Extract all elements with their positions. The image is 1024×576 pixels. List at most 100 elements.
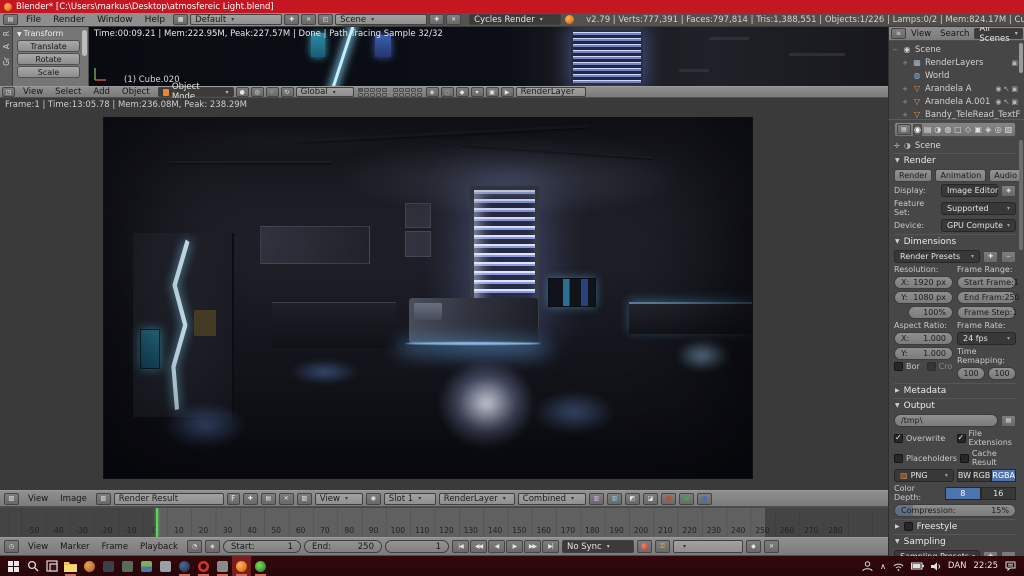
render-engine-select[interactable]: Cycles Render▾ bbox=[469, 14, 561, 25]
color-mode-bw[interactable]: BW bbox=[957, 469, 972, 482]
layers-grid-1[interactable] bbox=[358, 88, 387, 97]
tab-modifiers[interactable]: ▣ bbox=[974, 124, 983, 136]
viewport-shading-icon[interactable]: ● bbox=[236, 87, 249, 97]
channel-alpha-icon[interactable]: ◩ bbox=[625, 493, 640, 505]
pin-breadcrumb-icon[interactable]: ✛ bbox=[894, 142, 900, 150]
viewport-menu-item[interactable]: Add bbox=[87, 87, 115, 97]
resolution-percentage-field[interactable]: 100% bbox=[908, 306, 953, 319]
resolution-x-field[interactable]: X:1920 px bbox=[894, 276, 953, 289]
tab-scene[interactable]: ◑ bbox=[933, 124, 942, 136]
insert-keyframe-button[interactable]: ◆ bbox=[746, 540, 761, 553]
editor-type-properties-icon[interactable]: ▤ bbox=[897, 124, 911, 135]
image-browse-icon[interactable]: ▨ bbox=[96, 493, 111, 505]
playback-button[interactable]: ◀ bbox=[488, 540, 505, 553]
menu-item[interactable]: Window bbox=[91, 15, 139, 25]
view-thumb-icon[interactable]: ▨ bbox=[297, 493, 312, 505]
pin-icon[interactable]: ◉ bbox=[366, 493, 381, 505]
panel-header-freestyle[interactable]: ▶Freestyle bbox=[894, 519, 1016, 533]
search-icon[interactable] bbox=[23, 556, 42, 576]
color-depth-16[interactable]: 16 bbox=[981, 487, 1017, 500]
animation-button[interactable]: Animation bbox=[935, 169, 986, 182]
selectability-icon[interactable]: ↖ bbox=[1004, 98, 1010, 106]
menu-item[interactable]: Help bbox=[139, 15, 172, 25]
manipulator-rotate-icon[interactable]: ↻ bbox=[281, 87, 294, 97]
scene-add-button[interactable]: ✚ bbox=[429, 14, 444, 25]
app-folder2-icon[interactable] bbox=[213, 556, 232, 576]
scene-field[interactable]: Scene▾ bbox=[335, 14, 427, 25]
outliner-row-bandy[interactable]: +▽Bandy_TeleRead_TextF ◉↖▣ bbox=[891, 108, 1022, 119]
border-checkbox[interactable] bbox=[894, 362, 903, 371]
tab-material[interactable]: ◎ bbox=[994, 124, 1003, 136]
tab-object[interactable]: □ bbox=[953, 124, 962, 136]
start-button[interactable] bbox=[4, 556, 23, 576]
toolshelf-tab[interactable]: Gr bbox=[2, 57, 11, 66]
editor-type-timeline-icon[interactable]: ◷ bbox=[4, 540, 19, 553]
toolshelf-tab[interactable]: R bbox=[2, 31, 11, 36]
channel-blue-icon[interactable] bbox=[697, 493, 712, 505]
razer-icon[interactable] bbox=[251, 556, 270, 576]
fake-user-button[interactable]: F bbox=[227, 493, 240, 505]
outliner-row-arandela-a001[interactable]: +▽Arandela A.001 ◉↖▣ bbox=[891, 95, 1022, 108]
display-select[interactable]: Image Editor▾ bbox=[941, 184, 998, 197]
channel-color-alpha-icon[interactable]: ▥ bbox=[589, 493, 604, 505]
device-select[interactable]: GPU Compute▾ bbox=[941, 219, 1016, 232]
toolshelf-tabs[interactable]: R A Gr bbox=[0, 27, 13, 86]
visibility-eye-icon[interactable]: ◉ bbox=[995, 98, 1001, 106]
screen-layout-icon[interactable]: ▦ bbox=[173, 14, 188, 25]
transform-panel-header[interactable]: ▼ Transform bbox=[17, 29, 80, 38]
playback-button[interactable]: |◀ bbox=[452, 540, 469, 553]
opengl-render-icon[interactable]: ▣ bbox=[486, 87, 499, 97]
preview-range-icon[interactable]: ◔ bbox=[187, 540, 202, 553]
people-icon[interactable] bbox=[862, 561, 873, 571]
renderlayer-field[interactable]: RenderLayer bbox=[516, 87, 586, 97]
viewport-menu-item[interactable]: Object bbox=[116, 87, 156, 97]
toolshelf-tab[interactable]: A bbox=[2, 44, 11, 49]
output-folder-button[interactable]: ▤ bbox=[1001, 415, 1016, 427]
outliner-filter-select[interactable]: All Scenes▾ bbox=[974, 28, 1022, 39]
outliner-row-arandela-a[interactable]: +▽Arandela A ◉↖▣ bbox=[891, 82, 1022, 95]
file-format-select[interactable]: ▨PNG▾ bbox=[894, 469, 954, 482]
blender-taskbar-icon[interactable] bbox=[232, 556, 251, 576]
placeholders-checkbox[interactable] bbox=[894, 454, 903, 463]
compression-slider[interactable]: Compression:15% bbox=[894, 504, 1016, 517]
menu-item[interactable]: Render bbox=[47, 15, 91, 25]
steam-icon[interactable] bbox=[175, 556, 194, 576]
panel-header-dimensions[interactable]: ▼Dimensions bbox=[894, 234, 1016, 248]
snap-magnet-icon[interactable]: ◆ bbox=[456, 87, 469, 97]
layers-grid-2[interactable] bbox=[393, 88, 422, 97]
lock-time-icon[interactable]: ◈ bbox=[205, 540, 220, 553]
frame-step-field[interactable]: Frame Step:1 bbox=[957, 306, 1016, 319]
opengl-anim-icon[interactable]: ▶ bbox=[501, 87, 514, 97]
color-mode-rgb[interactable]: RGB bbox=[972, 469, 991, 482]
cache-result-checkbox[interactable] bbox=[960, 454, 969, 463]
scene-close-button[interactable]: ✕ bbox=[446, 14, 461, 25]
layout-add-button[interactable]: ✚ bbox=[284, 14, 299, 25]
outliner-row-world[interactable]: ◍World bbox=[891, 69, 1022, 82]
titlebar[interactable]: Blender* [C:\Users\markus\Desktop\atmosf… bbox=[0, 0, 1024, 13]
selectability-icon[interactable]: ↖ bbox=[1004, 85, 1010, 93]
outliner-row-renderlayers[interactable]: +▦RenderLayers ▣ bbox=[891, 56, 1022, 69]
output-path-field[interactable]: /tmp\ bbox=[894, 414, 998, 427]
outliner-menu-search[interactable]: Search bbox=[936, 29, 973, 39]
tab-render[interactable]: ◉ bbox=[913, 124, 922, 136]
tray-clock[interactable]: 22:25 bbox=[974, 561, 999, 571]
color-depth-8[interactable]: 8 bbox=[945, 487, 981, 500]
remap-new-field[interactable]: 100 bbox=[988, 367, 1016, 380]
opera-icon[interactable] bbox=[194, 556, 213, 576]
image-datablock-field[interactable]: Render Result bbox=[114, 493, 224, 505]
start-frame-field[interactable]: Start:1 bbox=[223, 540, 301, 553]
outliner-menu-view[interactable]: View bbox=[907, 29, 935, 39]
audio-button[interactable]: Audio bbox=[989, 169, 1022, 182]
app-tool-icon[interactable] bbox=[118, 556, 137, 576]
image-menu-item[interactable]: View bbox=[22, 494, 54, 504]
timeline-menu-item[interactable]: Playback bbox=[134, 542, 184, 552]
playback-button[interactable]: ◀◀ bbox=[470, 540, 487, 553]
end-frame-field[interactable]: End:250 bbox=[304, 540, 382, 553]
end-frame-prop-field[interactable]: End Fram:250 bbox=[957, 291, 1016, 304]
channel-green-icon[interactable] bbox=[679, 493, 694, 505]
app-notes-icon[interactable] bbox=[156, 556, 175, 576]
keying-set-field[interactable]: ▾ bbox=[673, 540, 743, 553]
snap-element-icon[interactable]: ▾ bbox=[471, 87, 484, 97]
editor-type-image-icon[interactable]: ▨ bbox=[4, 493, 19, 505]
playback-button[interactable]: ▶ bbox=[506, 540, 523, 553]
